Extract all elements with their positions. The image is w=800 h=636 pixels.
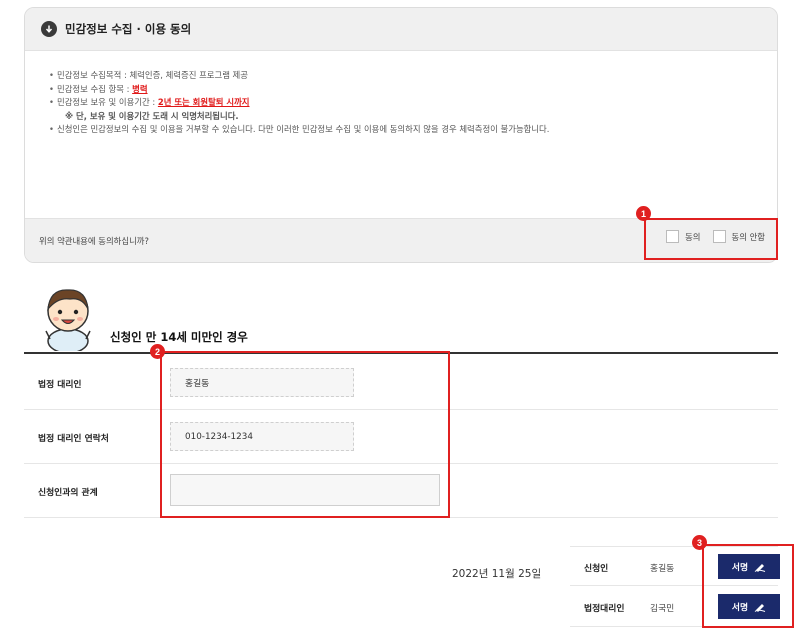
period-value: 2년 또는 회원탈퇴 시까지 [157,97,250,107]
consent-header: 민감정보 수집 · 이용 동의 [25,8,777,51]
marker-badge-2: 2 [150,344,165,359]
applicant-role: 신청인 [584,563,609,574]
application-date: 2022년 11월 25일 [452,568,542,580]
highlight-box-1 [644,218,778,260]
consent-question: 위의 약관내용에 동의하십니까? [39,235,149,246]
item-text: 민감정보 수집 항목 : 병력 [49,83,777,97]
guardian-sign-name: 김국민 [650,603,675,614]
period-text: 민감정보 보유 및 이용기간 : 2년 또는 회원탈퇴 시까지 [49,96,777,110]
highlight-box-2 [160,351,450,518]
guardian-role: 법정대리인 [584,603,625,614]
item-value: 병력 [132,83,148,94]
relationship-label: 신청인과의 관계 [38,487,98,498]
guardian-name-label: 법정 대리인 [38,379,82,390]
child-character-icon [45,289,91,351]
anonymize-note: ※ 단, 보유 및 이용기간 도래 시 익명처리됩니다. [65,110,239,121]
arrow-down-circle-icon [41,21,57,37]
consent-terms: 민감정보 수집목적 : 체력인증, 체력증진 프로그램 제공 민감정보 수집 항… [25,51,777,219]
marker-badge-3: 3 [692,535,707,550]
guardian-section-title: 신청인 만 14세 미만인 경우 [110,330,248,344]
applicant-name: 홍길동 [650,563,675,574]
refusal-text: 신청인은 민감정보의 수집 및 이용을 거부할 수 있습니다. 다만 이러한 민… [49,123,777,137]
highlight-box-3 [702,544,794,628]
marker-badge-1: 1 [636,206,651,221]
guardian-phone-label: 법정 대리인 연락처 [38,433,109,444]
consent-title: 민감정보 수집 · 이용 동의 [65,22,192,36]
purpose-text: 민감정보 수집목적 : 체력인증, 체력증진 프로그램 제공 [49,69,777,83]
